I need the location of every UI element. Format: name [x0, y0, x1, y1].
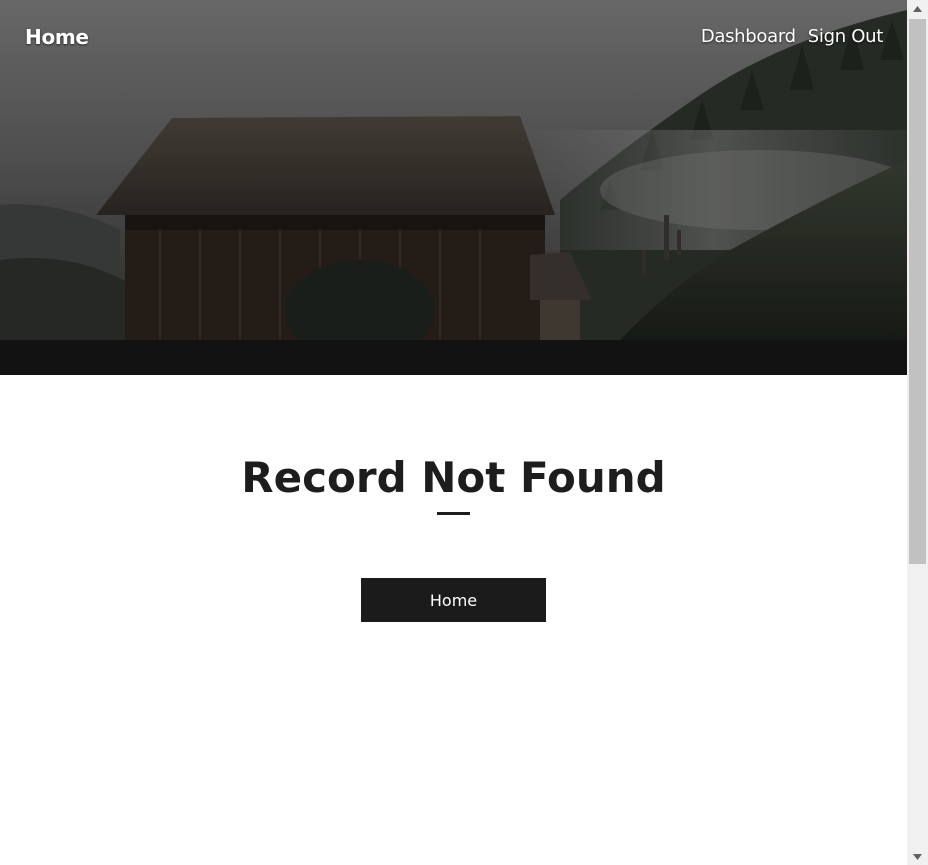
page-viewport: Home Dashboard Sign Out Record Not Found…: [0, 0, 907, 865]
hero-header: Home Dashboard Sign Out: [0, 0, 907, 375]
chevron-down-icon: [913, 853, 922, 860]
brand-home-link[interactable]: Home: [25, 25, 89, 49]
title-divider: [437, 512, 470, 515]
vertical-scrollbar[interactable]: [907, 0, 928, 865]
scroll-thumb[interactable]: [909, 19, 926, 564]
page-title: Record Not Found: [241, 453, 666, 502]
main-content: Record Not Found Home: [0, 375, 907, 865]
top-nav: Dashboard Sign Out: [701, 26, 883, 47]
scroll-up-button[interactable]: [907, 0, 928, 17]
nav-link-sign-out[interactable]: Sign Out: [808, 26, 884, 47]
chevron-up-icon: [913, 5, 922, 12]
nav-link-dashboard[interactable]: Dashboard: [701, 26, 796, 47]
hero-background-image: [0, 0, 907, 375]
home-button[interactable]: Home: [361, 578, 546, 622]
scroll-down-button[interactable]: [907, 848, 928, 865]
